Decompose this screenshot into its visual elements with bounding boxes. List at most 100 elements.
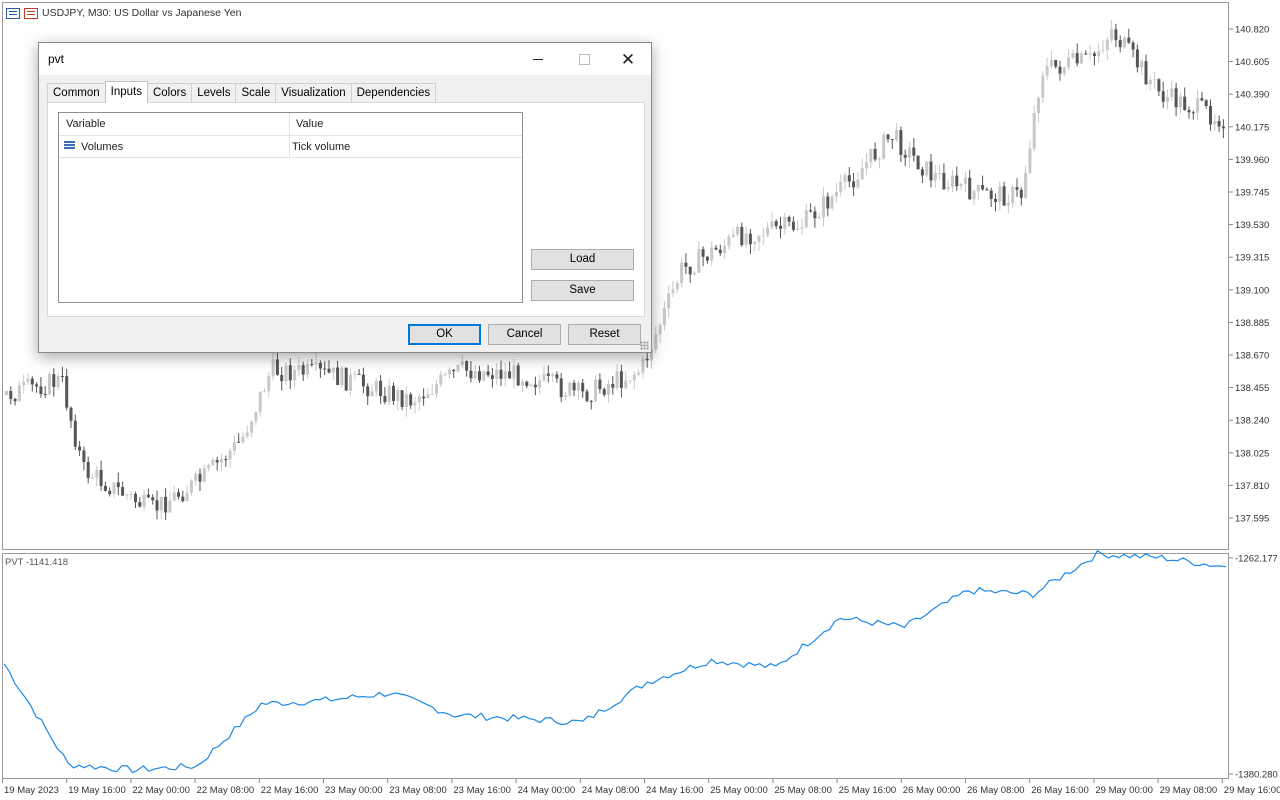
candle-body xyxy=(942,172,946,190)
column-header-value[interactable]: Value xyxy=(296,118,323,130)
minimize-button[interactable] xyxy=(515,43,561,75)
candle-body xyxy=(254,412,258,422)
candle-body xyxy=(396,390,400,401)
candle-body xyxy=(164,496,168,513)
candle-body xyxy=(1011,187,1015,203)
candle-body xyxy=(1131,42,1135,50)
candle-body xyxy=(727,236,731,246)
candle-body xyxy=(1200,98,1204,101)
candle-body xyxy=(611,383,615,388)
candle-body xyxy=(869,148,873,163)
candle-body xyxy=(486,371,490,376)
candle-body xyxy=(1209,106,1212,125)
candle-body xyxy=(1028,148,1032,173)
candle-body xyxy=(886,134,890,140)
candle-body xyxy=(929,161,933,181)
chart-window-icon xyxy=(6,7,20,19)
resize-grip[interactable] xyxy=(640,341,649,350)
candle-body xyxy=(1204,100,1208,107)
close-button[interactable]: ✕ xyxy=(605,43,651,75)
candle-body xyxy=(207,465,211,469)
candle-body xyxy=(1196,98,1200,113)
candle-body xyxy=(1191,112,1195,114)
candle-body xyxy=(336,367,340,386)
candle-body xyxy=(731,234,735,237)
candle-body xyxy=(959,183,963,187)
candle-body xyxy=(267,376,271,392)
candle-body xyxy=(744,233,748,246)
candle-body xyxy=(73,420,77,447)
candle-body xyxy=(1049,59,1053,66)
column-header-variable[interactable]: Variable xyxy=(66,118,106,130)
candle-body xyxy=(112,482,116,494)
candle-body xyxy=(714,247,718,250)
candle-body xyxy=(125,494,129,496)
tab-scale[interactable]: Scale xyxy=(235,83,277,102)
inputs-table-header: Variable Value xyxy=(59,113,522,136)
candle-body xyxy=(13,398,17,402)
candle-body xyxy=(9,391,13,399)
candle-body xyxy=(172,492,176,501)
candle-body xyxy=(224,459,228,461)
tab-levels[interactable]: Levels xyxy=(191,83,237,102)
ok-button[interactable]: OK xyxy=(408,324,481,345)
candle-body xyxy=(1221,126,1225,129)
candle-body xyxy=(718,249,722,254)
candle-body xyxy=(168,500,172,513)
tab-dependencies[interactable]: Dependencies xyxy=(350,83,437,102)
cancel-button[interactable]: Cancel xyxy=(488,324,561,345)
candle-body xyxy=(662,308,666,325)
candle-body xyxy=(314,362,318,365)
tab-common[interactable]: Common xyxy=(47,83,106,102)
candle-body xyxy=(701,249,705,257)
candle-body xyxy=(856,179,860,188)
dialog-title: pvt xyxy=(48,52,65,66)
time-tick-label: 25 May 00:00 xyxy=(710,785,768,796)
candle-body xyxy=(675,283,679,290)
price-tick-label: 139.960 xyxy=(1235,155,1269,166)
candle-body xyxy=(357,373,361,375)
candle-body xyxy=(555,374,559,379)
time-tick-label: 26 May 00:00 xyxy=(903,785,961,796)
minimize-icon xyxy=(533,58,543,60)
candle-body xyxy=(1037,97,1040,114)
chart-symbol-icon xyxy=(24,7,38,19)
candle-body xyxy=(263,391,266,393)
candle-body xyxy=(1097,51,1101,56)
candle-body xyxy=(370,391,374,397)
candle-body xyxy=(748,233,752,245)
candle-body xyxy=(774,221,778,226)
maximize-button[interactable] xyxy=(561,43,607,75)
tab-visualization[interactable]: Visualization xyxy=(275,83,352,102)
candle-body xyxy=(1135,49,1139,68)
candle-body xyxy=(1041,75,1045,98)
candle-body xyxy=(972,191,976,200)
candle-body xyxy=(559,378,563,398)
tab-colors[interactable]: Colors xyxy=(146,83,193,102)
table-row[interactable]: Volumes Tick volume xyxy=(59,136,522,158)
candle-body xyxy=(95,469,99,478)
dialog-titlebar[interactable]: pvt ✕ xyxy=(39,43,651,75)
price-tick-label: 139.745 xyxy=(1235,188,1269,199)
candle-body xyxy=(521,381,524,386)
candle-body xyxy=(22,381,26,386)
candle-body xyxy=(301,365,305,375)
candle-body xyxy=(916,155,920,170)
candle-body xyxy=(86,461,90,479)
candle-body xyxy=(976,185,980,192)
candle-body xyxy=(779,225,782,229)
tab-inputs[interactable]: Inputs xyxy=(104,81,148,103)
candle-body xyxy=(615,371,619,388)
row-value[interactable]: Tick volume xyxy=(292,141,350,153)
candle-body xyxy=(361,374,365,387)
candle-body xyxy=(310,364,314,366)
candle-body xyxy=(499,369,503,379)
candle-body xyxy=(710,247,714,261)
candle-body xyxy=(637,372,641,375)
reset-button[interactable]: Reset xyxy=(568,324,641,345)
save-button[interactable]: Save xyxy=(531,280,634,301)
candle-body xyxy=(1217,120,1221,127)
load-button[interactable]: Load xyxy=(531,249,634,270)
candle-body xyxy=(306,364,309,375)
candle-body xyxy=(968,177,972,200)
